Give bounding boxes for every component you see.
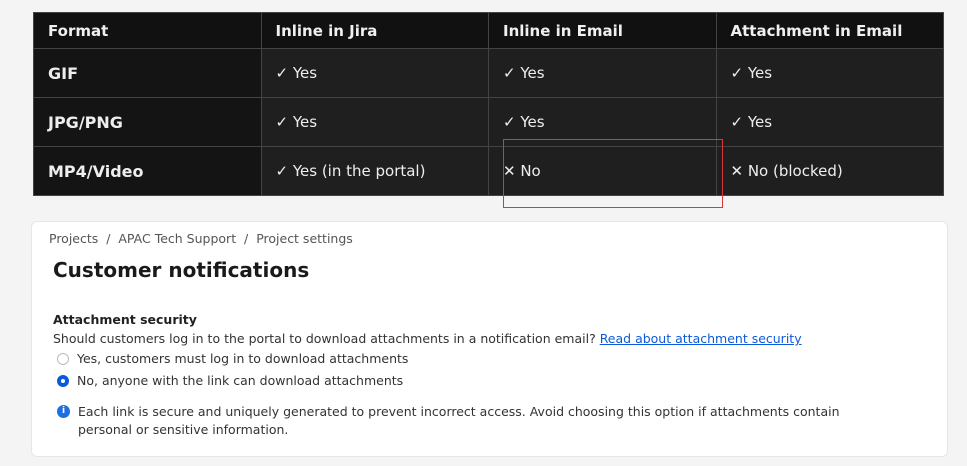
format-support-table: Format Inline in Jira Inline in Email At… xyxy=(33,12,944,196)
cell: GIF xyxy=(33,48,262,98)
header-format: Format xyxy=(33,12,262,49)
settings-card: Projects / APAC Tech Support / Project s… xyxy=(31,221,948,457)
option-login-required[interactable]: Yes, customers must log in to download a… xyxy=(57,351,408,366)
cell: JPG/PNG xyxy=(33,97,262,147)
cell: ✕ No (blocked) xyxy=(715,146,944,196)
page-title: Customer notifications xyxy=(53,258,310,282)
question: Should customers log in to the portal to… xyxy=(53,331,600,346)
cell: ✓ Yes xyxy=(260,48,489,98)
table-row: MP4/Video ✓ Yes (in the portal) ✕ No ✕ N… xyxy=(33,146,944,196)
header-inline-email: Inline in Email xyxy=(488,12,717,49)
cell: ✓ Yes xyxy=(715,48,944,98)
cell: ✓ Yes (in the portal) xyxy=(260,146,489,196)
cell: ✓ Yes xyxy=(488,48,717,98)
info-text: Each link is secure and uniquely generat… xyxy=(78,404,840,437)
table-header-row: Format Inline in Jira Inline in Email At… xyxy=(33,12,944,49)
cell: ✓ Yes xyxy=(715,97,944,147)
cell: MP4/Video xyxy=(33,146,262,196)
question-text: Should customers log in to the portal to… xyxy=(53,331,802,346)
table-row: GIF ✓ Yes ✓ Yes ✓ Yes xyxy=(33,48,944,98)
header-attachment-email: Attachment in Email xyxy=(715,12,944,49)
radio-selected[interactable] xyxy=(57,374,69,387)
table-row: JPG/PNG ✓ Yes ✓ Yes ✓ Yes xyxy=(33,97,944,147)
highlight-box xyxy=(503,139,723,208)
info-icon: i xyxy=(57,405,70,418)
attachment-security-link[interactable]: Read about attachment security xyxy=(600,331,802,346)
option-label: No, anyone with the link can download at… xyxy=(77,373,404,388)
header-inline-jira: Inline in Jira xyxy=(260,12,489,49)
option-anyone-link[interactable]: No, anyone with the link can download at… xyxy=(57,373,403,388)
cell: ✓ Yes xyxy=(260,97,489,147)
section-label: Attachment security xyxy=(53,312,197,327)
radio-unselected[interactable] xyxy=(57,352,69,365)
breadcrumb[interactable]: Projects / APAC Tech Support / Project s… xyxy=(49,231,353,246)
top-strip xyxy=(0,0,967,8)
option-label: Yes, customers must log in to download a… xyxy=(77,351,409,366)
info-message: i Each link is secure and uniquely gener… xyxy=(57,403,887,439)
